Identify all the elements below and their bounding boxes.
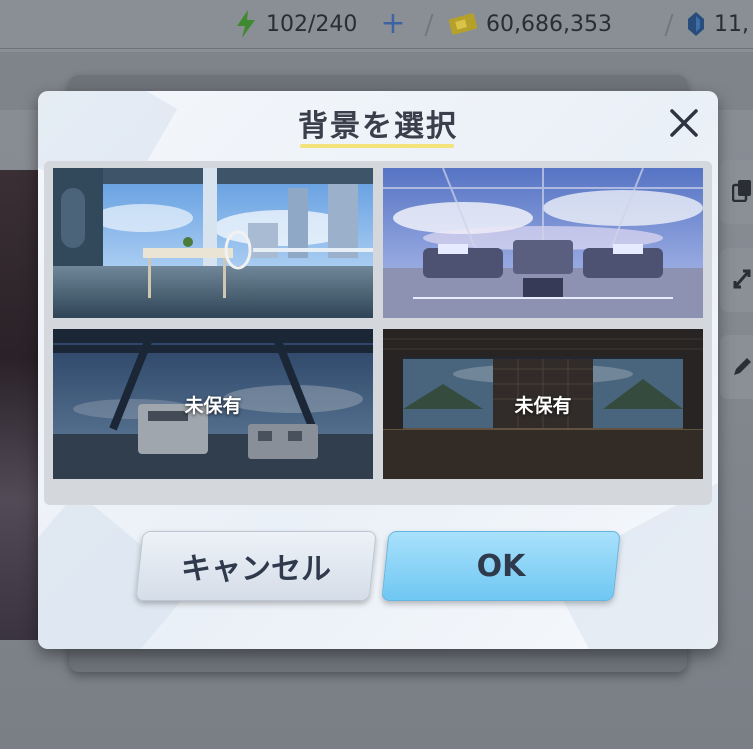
background-tile-dojo[interactable]: 未保有 [383,329,703,479]
background-tile-cloud-cockpit[interactable] [383,168,703,318]
money-counter: 60,686,353 [448,0,612,48]
not-owned-label: 未保有 [514,394,572,417]
side-copy-button[interactable] [720,160,753,224]
not-owned-label: 未保有 [184,394,242,417]
side-expand-button[interactable] [720,248,753,312]
add-stamina-button[interactable]: + [379,9,407,39]
copy-icon [732,180,751,202]
divider [664,14,674,36]
resource-bar: 102/240 + 60,686,353 11, [0,0,753,49]
gem-counter: 11, [686,0,749,48]
stamina-counter: 102/240 [234,0,357,48]
expand-icon [733,269,751,289]
terrace-image [53,168,373,318]
title-underline [300,144,454,148]
ok-button[interactable]: OK [381,531,621,601]
pencil-icon [734,358,751,375]
cancel-button[interactable]: キャンセル [135,531,377,601]
money-icon [448,13,478,35]
character-portrait [0,170,38,640]
divider [424,14,434,36]
cockpit-image [383,168,703,318]
gem-icon [688,12,704,36]
lightning-icon [237,10,255,38]
dialog-title: 背景を選択 [298,109,458,144]
background-select-dialog: 背景を選択 未保有 未保有 キャンセル OK [38,91,718,649]
background-tile-sky-terrace[interactable] [53,168,373,318]
ok-button-label: OK [476,548,526,584]
stamina-value: 102/240 [266,11,358,37]
background-grid: 未保有 未保有 [44,161,712,505]
close-icon[interactable] [666,105,702,141]
side-edit-button[interactable] [720,335,753,399]
cancel-button-label: キャンセル [181,552,331,587]
gem-value: 11, [714,11,749,37]
background-tile-bridge[interactable]: 未保有 [53,329,373,479]
money-value: 60,686,353 [486,11,612,37]
